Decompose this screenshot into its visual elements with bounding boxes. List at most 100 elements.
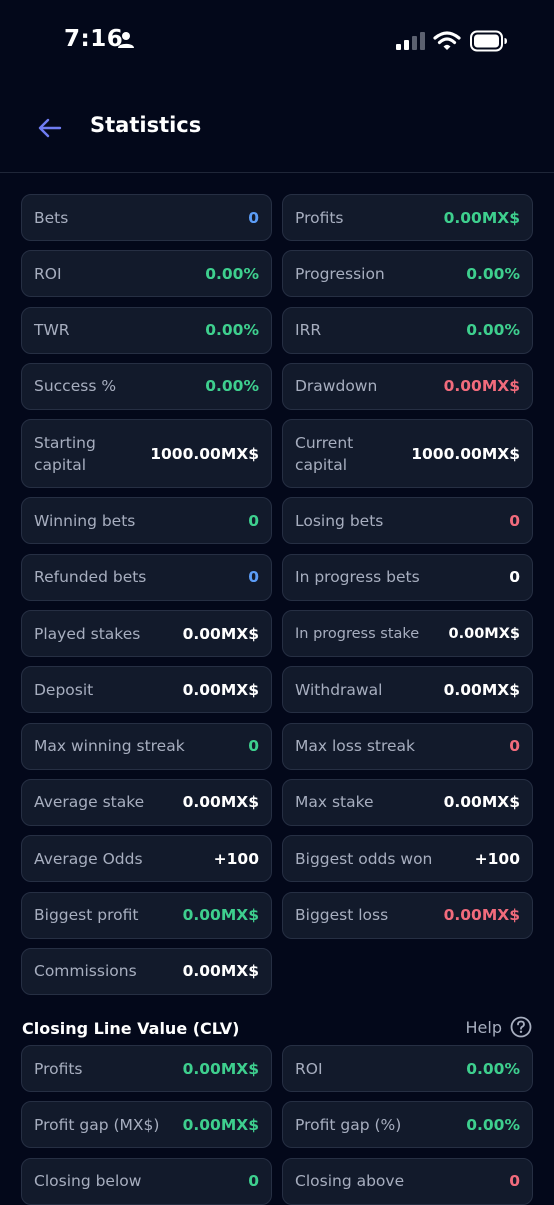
stat-card-max-stake[interactable]: Max stake 0.00MX$ xyxy=(282,778,533,826)
person-icon xyxy=(118,32,134,48)
stat-value: 0.00MX$ xyxy=(182,1115,259,1134)
stat-card-withdrawal[interactable]: Withdrawal 0.00MX$ xyxy=(282,666,533,714)
clv-help-button[interactable]: Help xyxy=(466,1016,532,1038)
stat-label: Losing bets xyxy=(295,511,384,530)
stat-value: 0.00MX$ xyxy=(448,625,520,642)
wifi-icon xyxy=(433,31,461,50)
stat-label: Max winning streak xyxy=(34,737,185,756)
stat-value: 0 xyxy=(509,511,520,530)
stat-label: Starting capital xyxy=(34,433,96,474)
stat-value: +100 xyxy=(213,849,259,868)
stat-label: Closing above xyxy=(295,1172,405,1191)
clv-card-profit-gap-amount[interactable]: Profit gap (MX$) 0.00MX$ xyxy=(21,1101,272,1149)
clv-card-roi[interactable]: ROI 0.00% xyxy=(282,1045,533,1092)
stat-value: 0.00% xyxy=(205,321,259,340)
clv-section-title: Closing Line Value (CLV) xyxy=(22,1019,240,1038)
clv-card-closing-above[interactable]: Closing above 0 xyxy=(282,1157,533,1205)
stat-card-in-progress-stake[interactable]: In progress stake 0.00MX$ xyxy=(282,610,533,658)
stat-card-roi[interactable]: ROI 0.00% xyxy=(21,250,272,298)
clv-section-header: Closing Line Value (CLV) Help xyxy=(22,1016,532,1044)
stat-value: 0 xyxy=(248,511,259,530)
stat-value: 1000.00MX$ xyxy=(150,444,259,463)
clv-card-profit-gap-percent[interactable]: Profit gap (%) 0.00% xyxy=(282,1101,533,1149)
stat-card-drawdown[interactable]: Drawdown 0.00MX$ xyxy=(282,362,533,410)
stat-value: 0.00MX$ xyxy=(182,962,259,981)
help-circle-icon xyxy=(510,1016,532,1038)
stat-value: 0.00MX$ xyxy=(182,680,259,699)
clv-card-closing-below[interactable]: Closing below 0 xyxy=(21,1157,272,1205)
stat-value: 0.00MX$ xyxy=(443,680,520,699)
stat-value: 0.00% xyxy=(466,1059,520,1078)
stat-card-commissions[interactable]: Commissions 0.00MX$ xyxy=(21,947,272,995)
stat-value: 0 xyxy=(248,568,259,587)
stat-label: Played stakes xyxy=(34,624,141,643)
stat-card-winning-bets[interactable]: Winning bets 0 xyxy=(21,497,272,545)
stat-value: 0.00MX$ xyxy=(443,793,520,812)
stat-label: Refunded bets xyxy=(34,568,147,587)
stat-value: 0.00% xyxy=(466,321,520,340)
stat-label: Current capital xyxy=(295,433,354,474)
stat-label: Withdrawal xyxy=(295,680,383,699)
clv-card-profits[interactable]: Profits 0.00MX$ xyxy=(21,1045,272,1092)
stat-label: Commissions xyxy=(34,962,137,981)
stat-card-bets[interactable]: Bets 0 xyxy=(21,194,272,241)
stat-value: 0.00MX$ xyxy=(182,1059,259,1078)
stat-card-in-progress-bets[interactable]: In progress bets 0 xyxy=(282,553,533,601)
battery-icon xyxy=(470,30,507,52)
stat-value: 0.00MX$ xyxy=(443,377,520,396)
stat-label: Profit gap (MX$) xyxy=(34,1115,160,1134)
stat-label: Drawdown xyxy=(295,377,378,396)
stat-label: Biggest profit xyxy=(34,906,139,925)
stat-card-success-rate[interactable]: Success % 0.00% xyxy=(21,362,272,410)
stat-value: 0.00MX$ xyxy=(182,624,259,643)
stat-card-progression[interactable]: Progression 0.00% xyxy=(282,250,533,298)
stat-card-biggest-odds-won[interactable]: Biggest odds won +100 xyxy=(282,835,533,883)
back-arrow-icon xyxy=(38,118,62,138)
stat-value: 0 xyxy=(248,737,259,756)
app-header: Statistics xyxy=(0,96,554,173)
stat-card-profits[interactable]: Profits 0.00MX$ xyxy=(282,194,533,241)
stat-value: 0 xyxy=(509,737,520,756)
stat-value: 0.00% xyxy=(205,264,259,283)
stat-value: 0 xyxy=(509,1172,520,1191)
clv-stats-grid: Profits 0.00MX$ ROI 0.00% Profit gap (MX… xyxy=(21,1045,533,1205)
stat-label: Average Odds xyxy=(34,849,143,868)
stat-card-max-winning-streak[interactable]: Max winning streak 0 xyxy=(21,722,272,770)
stat-value: +100 xyxy=(474,849,520,868)
stat-value: 0.00% xyxy=(466,264,520,283)
stats-grid: Bets 0 Profits 0.00MX$ ROI 0.00% Progres… xyxy=(21,194,533,995)
stat-card-starting-capital[interactable]: Starting capital 1000.00MX$ xyxy=(21,419,272,489)
stat-value: 0 xyxy=(248,1172,259,1191)
stat-card-refunded-bets[interactable]: Refunded bets 0 xyxy=(21,553,272,601)
stat-card-biggest-profit[interactable]: Biggest profit 0.00MX$ xyxy=(21,891,272,939)
stat-card-average-stake[interactable]: Average stake 0.00MX$ xyxy=(21,778,272,826)
stat-value: 0.00MX$ xyxy=(443,906,520,925)
stat-card-current-capital[interactable]: Current capital 1000.00MX$ xyxy=(282,419,533,489)
stat-label: Biggest loss xyxy=(295,906,389,925)
status-time: 7:16 xyxy=(64,26,124,52)
stat-label: Winning bets xyxy=(34,511,136,530)
stat-card-played-stakes[interactable]: Played stakes 0.00MX$ xyxy=(21,610,272,658)
stat-label: TWR xyxy=(34,321,70,340)
back-button[interactable] xyxy=(30,110,70,146)
stat-label: IRR xyxy=(295,321,322,340)
stat-card-biggest-loss[interactable]: Biggest loss 0.00MX$ xyxy=(282,891,533,939)
stat-card-max-loss-streak[interactable]: Max loss streak 0 xyxy=(282,722,533,770)
stat-label: Biggest odds won xyxy=(295,849,433,868)
stat-label: Profit gap (%) xyxy=(295,1115,402,1134)
stat-card-irr[interactable]: IRR 0.00% xyxy=(282,306,533,354)
stat-label: Progression xyxy=(295,264,385,283)
status-bar: 7:16 xyxy=(0,0,554,84)
stat-value: 0.00% xyxy=(466,1115,520,1134)
stat-card-twr[interactable]: TWR 0.00% xyxy=(21,306,272,354)
stat-label: Max loss streak xyxy=(295,737,416,756)
stat-card-deposit[interactable]: Deposit 0.00MX$ xyxy=(21,666,272,714)
stat-card-average-odds[interactable]: Average Odds +100 xyxy=(21,835,272,883)
stat-label: Success % xyxy=(34,377,117,396)
stat-value: 0.00MX$ xyxy=(182,793,259,812)
stat-card-losing-bets[interactable]: Losing bets 0 xyxy=(282,497,533,545)
stat-label: Profits xyxy=(295,208,344,227)
stat-label: Max stake xyxy=(295,793,374,812)
page-title: Statistics xyxy=(90,113,202,137)
stat-value: 0 xyxy=(509,568,520,587)
